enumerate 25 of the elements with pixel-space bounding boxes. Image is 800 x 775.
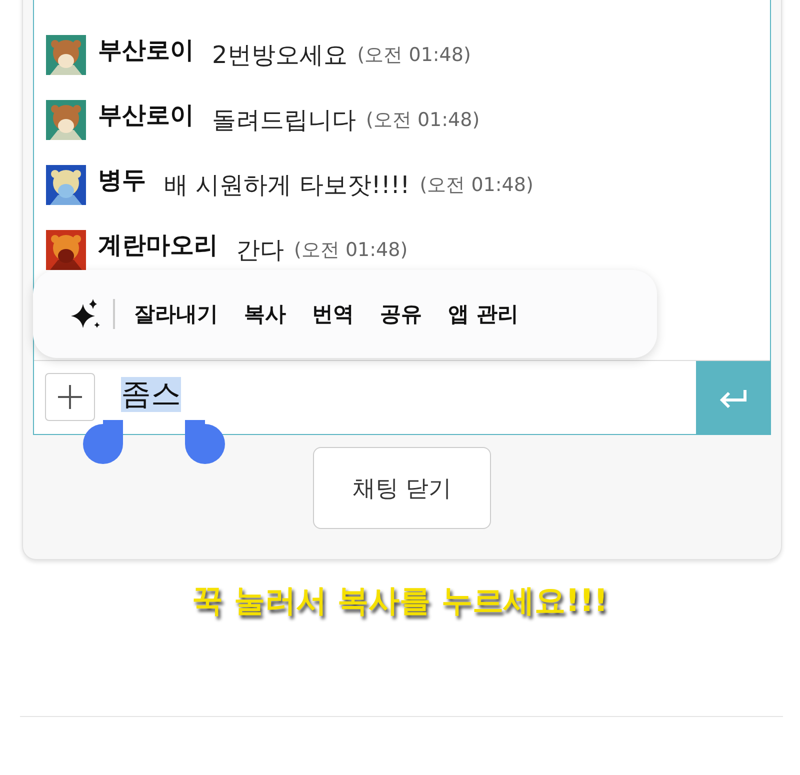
user-name: 병두 — [98, 165, 146, 196]
instruction-caption: 꾹 눌러서 복사를 누르세요!!! — [191, 582, 609, 621]
message-time: (오전 01:48) — [294, 238, 408, 263]
message-text: 간다 — [236, 235, 284, 266]
menu-item[interactable]: 복사 — [244, 292, 286, 336]
user-name: 계란마오리 — [98, 230, 218, 261]
message-time: (오전 01:48) — [357, 43, 471, 68]
menu-item[interactable]: 앱 관리 — [448, 292, 518, 336]
menu-item[interactable]: 공유 — [380, 292, 422, 336]
close-chat-button[interactable]: 채팅 닫기 — [313, 447, 491, 529]
sparkle-icon[interactable] — [69, 298, 101, 330]
message-time: (오전 01:48) — [420, 173, 534, 198]
return-icon — [718, 388, 748, 408]
message-time: (오전 01:48) — [366, 108, 480, 133]
menu-item[interactable]: 잘라내기 — [134, 292, 218, 336]
add-button[interactable] — [45, 373, 95, 421]
user-name: 부산로이 — [98, 100, 194, 131]
menu-item[interactable]: 번역 — [312, 292, 354, 336]
message-field[interactable]: 좀스 — [95, 361, 696, 434]
selection-handles-icon[interactable] — [83, 420, 225, 464]
message-text: 돌려드립니다 — [212, 105, 356, 136]
message-text: 2번방오세요 — [212, 40, 348, 71]
plus-icon — [57, 384, 83, 410]
user-name: 부산로이 — [98, 35, 194, 66]
message-text: 배 시원하게 타보잣!!!! — [164, 170, 410, 201]
